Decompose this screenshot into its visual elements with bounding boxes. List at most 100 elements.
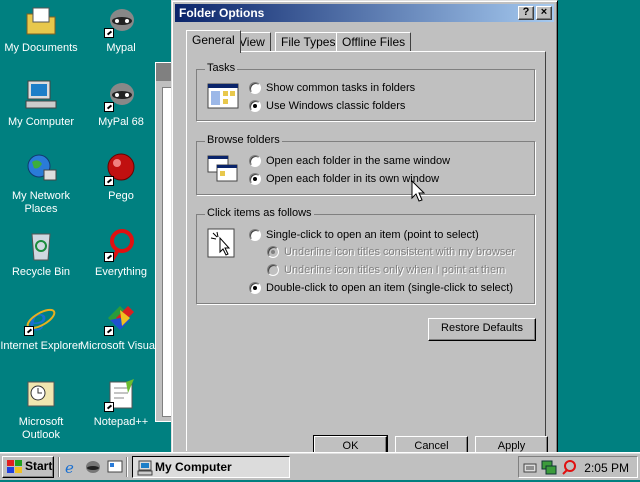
shortcut-arrow-icon [104, 252, 114, 262]
desktop-icon-recycle-bin[interactable]: Recycle Bin [0, 228, 82, 279]
click-items-group: Click items as follows Single-click to o… [196, 207, 535, 304]
radio-button[interactable] [249, 82, 261, 94]
radio-same-window[interactable]: Open each folder in the same window [249, 153, 450, 169]
taskbar-button-label: My Computer [155, 460, 232, 474]
dialog-title: Folder Options [179, 6, 265, 20]
mouse-cursor-icon [411, 179, 426, 205]
computer-icon [137, 460, 153, 482]
group-legend: Browse folders [205, 134, 282, 146]
notepad-plus-plus-icon [104, 378, 138, 412]
radio-label: Use Windows classic folders [266, 100, 406, 112]
radio-button[interactable] [267, 264, 279, 276]
shortcut-arrow-icon [104, 326, 114, 336]
computer-icon [24, 78, 58, 112]
desktop-icon-label: Mypal [106, 42, 136, 54]
start-label: Start [25, 459, 53, 473]
radio-label: Single-click to open an item (point to s… [266, 229, 479, 241]
desktop-icon-my-documents[interactable]: My Documents [0, 4, 82, 55]
radio-button[interactable] [267, 246, 279, 258]
tasks-group: Tasks Show common tasks in folders Use W… [196, 62, 535, 121]
radio-button[interactable] [249, 100, 261, 112]
radio-button[interactable] [249, 155, 261, 167]
click-pointer-icon [207, 228, 239, 258]
radio-button[interactable] [249, 229, 261, 241]
shortcut-arrow-icon [104, 402, 114, 412]
radio-label: Underline icon titles only when I point … [284, 264, 506, 276]
radio-label: Double-click to open an item (single-cli… [266, 282, 513, 294]
group-legend: Tasks [205, 62, 238, 74]
desktop-icon-mypal-68[interactable]: MyPal 68 [80, 78, 162, 129]
visual-studio-icon [104, 302, 138, 336]
radio-underline-browser[interactable]: Underline icon titles consistent with my… [267, 244, 515, 260]
taskbar-divider [58, 457, 60, 477]
desktop-icon-label: Microsoft Outlook [18, 416, 64, 441]
radio-label: Underline icon titles consistent with my… [284, 246, 516, 258]
desktop-icon-notepad-plus-plus[interactable]: Notepad++ [80, 378, 162, 429]
desktop-icon-everything[interactable]: Everything [80, 228, 162, 279]
desktop-icon-label: My Computer [7, 116, 75, 128]
pego-red-ball-icon [104, 152, 138, 186]
desktop-icon-label: Everything [95, 266, 147, 278]
radio-button[interactable] [249, 173, 261, 185]
browse-windows-icon [207, 154, 239, 184]
recycle-bin-icon [24, 228, 58, 262]
tab-file-types[interactable]: File Types [275, 32, 342, 52]
outlook-clock-icon [24, 378, 58, 412]
radio-label: Open each folder in the same window [266, 155, 451, 167]
taskbar-divider [126, 457, 128, 477]
svg-text:e: e [65, 459, 74, 475]
desktop-icon-label: My Documents [4, 42, 78, 54]
restore-defaults-button[interactable]: Restore Defaults [428, 318, 536, 341]
help-button[interactable]: ? [518, 6, 534, 20]
quicklaunch-desktop-icon[interactable] [107, 459, 123, 475]
desktop-icon-outlook[interactable]: Microsoft Outlook [0, 378, 82, 442]
desktop-icon-label: Notepad++ [93, 416, 149, 428]
desktop-icon-label: MyPal 68 [98, 116, 144, 128]
windows-logo-icon [7, 460, 23, 480]
close-button[interactable]: × [536, 6, 552, 20]
desktop-icon-mypal[interactable]: Mypal [80, 4, 162, 55]
desktop-icon-network-places[interactable]: My Network Places [0, 152, 82, 216]
clock[interactable]: 2:05 PM [584, 461, 629, 475]
taskbar: Start e My Computer 2:05 PM [0, 452, 640, 480]
desktop-icon-pego[interactable]: Pego [80, 152, 162, 203]
shortcut-arrow-icon [104, 176, 114, 186]
internet-explorer-icon: e [24, 302, 58, 338]
radio-label: Show common tasks in folders [266, 82, 416, 94]
tab-offline-files[interactable]: Offline Files [336, 32, 412, 52]
quicklaunch-ie-icon[interactable]: e [63, 459, 79, 477]
radio-classic-folders[interactable]: Use Windows classic folders [249, 98, 405, 114]
group-legend: Click items as follows [205, 207, 314, 219]
system-tray: 2:05 PM [518, 456, 638, 478]
radio-underline-point[interactable]: Underline icon titles only when I point … [267, 262, 505, 278]
keyboard-icon[interactable] [523, 460, 537, 477]
shortcut-arrow-icon [104, 28, 114, 38]
everything-search-icon [104, 228, 138, 262]
desktop-icon-internet-explorer[interactable]: e Internet Explorer [0, 302, 82, 353]
network-globe-icon [24, 152, 58, 186]
quicklaunch-mypal-icon[interactable] [85, 459, 101, 475]
desktop-icon-label: Microsoft Visual Studio 2008 [80, 340, 220, 352]
folder-options-dialog: Folder Options ? × General View File Typ… [171, 0, 558, 460]
folder-documents-icon [24, 4, 58, 38]
desktop-icon-my-computer[interactable]: My Computer [0, 78, 82, 129]
tab-general[interactable]: General [186, 30, 241, 53]
desktop-icon-label: My Network Places [11, 190, 71, 215]
everything-tray-icon[interactable] [561, 459, 577, 478]
start-button[interactable]: Start [2, 456, 54, 478]
dialog-titlebar[interactable]: Folder Options ? × [175, 4, 554, 22]
shortcut-arrow-icon [104, 102, 114, 112]
desktop-icon-visual-studio[interactable]: Microsoft Visual Studio 2008 [80, 302, 220, 353]
radio-button[interactable] [249, 282, 261, 294]
radio-show-common-tasks[interactable]: Show common tasks in folders [249, 80, 415, 96]
desktop-icon-label: Recycle Bin [11, 266, 71, 278]
tasks-preview-icon [207, 81, 239, 111]
radio-single-click[interactable]: Single-click to open an item (point to s… [249, 227, 479, 243]
shortcut-arrow-icon [24, 326, 34, 336]
radio-double-click[interactable]: Double-click to open an item (single-cli… [249, 280, 513, 296]
network-tray-icon[interactable] [541, 459, 557, 478]
taskbar-button-my-computer[interactable]: My Computer [132, 456, 290, 478]
browse-folders-group: Browse folders Open each folder in the s… [196, 134, 535, 195]
mypal-raccoon-icon [104, 78, 138, 112]
mypal-raccoon-icon [104, 4, 138, 38]
